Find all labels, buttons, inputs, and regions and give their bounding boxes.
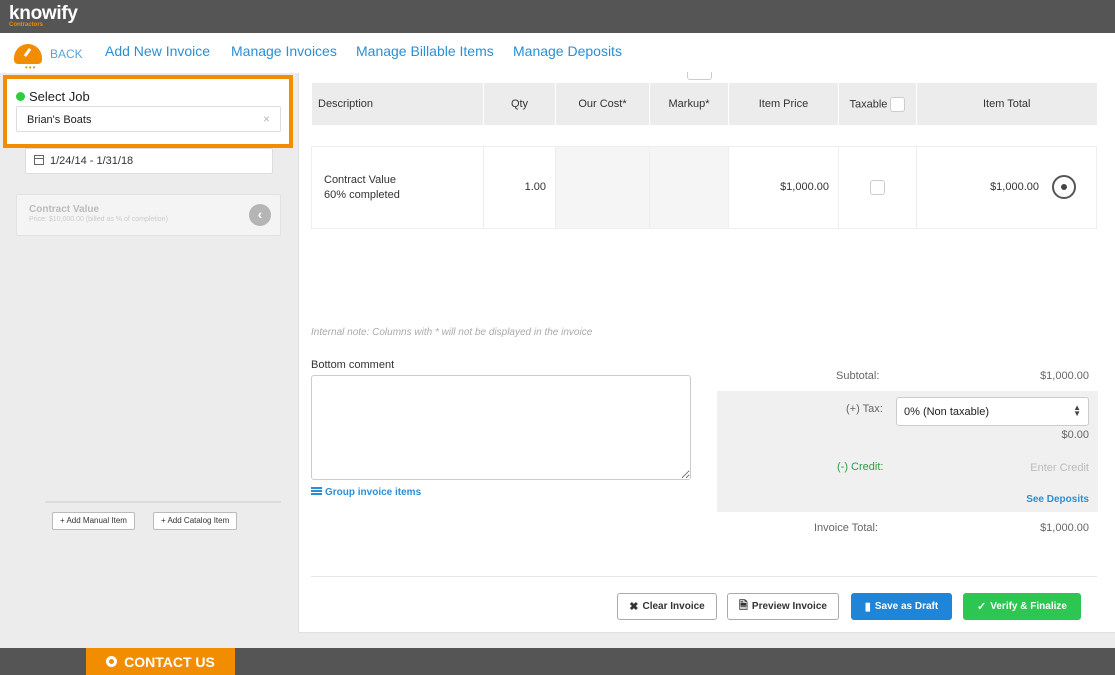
save-as-draft-button[interactable]: ▮ Save as Draft [851, 593, 952, 620]
nav-bar: ••• BACK Add New Invoice Manage Invoices… [0, 33, 1115, 73]
contract-value-title: Contract Value [29, 204, 100, 215]
contact-us-button[interactable]: CONTACT US [86, 648, 235, 675]
back-button[interactable]: ••• BACK [8, 39, 88, 72]
verify-finalize-label: Verify & Finalize [990, 601, 1067, 612]
contract-value-subtitle: Price: $10,000.00 (billed as % of comple… [29, 216, 168, 223]
col-description: Description [311, 83, 484, 125]
taxable-all-checkbox[interactable] [890, 96, 906, 112]
bottom-comment-label: Bottom comment [311, 359, 395, 371]
invoice-items-table: Description Qty Our Cost* Markup* Item P… [311, 83, 1097, 229]
tax-rate-value: 0% (Non taxable) [904, 406, 989, 418]
row-description: Contract Value 60% completed [311, 145, 484, 229]
table-header-row: Description Qty Our Cost* Markup* Item P… [311, 83, 1097, 125]
bottom-bar: CONTACT US [0, 648, 1115, 675]
preview-invoice-button[interactable]: 🗎 Preview Invoice [727, 593, 839, 620]
col-our-cost: Our Cost* [555, 83, 650, 125]
select-arrows-icon: ▲ ▼ [1073, 403, 1081, 418]
bottom-comment-textarea[interactable] [311, 375, 691, 480]
row-action-radio-icon[interactable] [1052, 174, 1076, 199]
col-item-total: Item Total [916, 83, 1097, 125]
row-markup [649, 145, 729, 229]
verify-finalize-button[interactable]: ✓ Verify & Finalize [963, 593, 1081, 620]
close-icon: ✖ [629, 601, 639, 613]
invoice-total-label: Invoice Total: [814, 522, 879, 534]
row-taxable [838, 145, 917, 229]
nav-manage-billable-items[interactable]: Manage Billable Items [356, 43, 494, 59]
document-icon: 🗎 [739, 600, 748, 612]
footer-divider [311, 576, 1097, 577]
subtotal-value: $1,000.00 [1040, 370, 1089, 382]
preview-invoice-label: Preview Invoice [751, 601, 827, 612]
select-job-text: Select Job [29, 89, 90, 104]
date-range-field[interactable]: 1/24/14 - 1/31/18 [25, 148, 273, 174]
group-invoice-items-link[interactable]: Group invoice items [311, 487, 421, 498]
list-icon [311, 487, 322, 495]
row-item-total: $1,000.00 [916, 145, 1097, 229]
col-taxable-label: Taxable [849, 97, 888, 110]
checkmark-icon: ✓ [977, 601, 987, 613]
job-select-input[interactable]: Brian's Boats × [16, 106, 281, 132]
clear-invoice-button[interactable]: ✖ Clear Invoice [617, 593, 717, 620]
gauge-icon [14, 44, 42, 64]
internal-note: Internal note: Columns with * will not b… [311, 327, 593, 338]
row-taxable-checkbox[interactable] [870, 179, 885, 195]
lifebuoy-icon [106, 656, 118, 667]
back-label: BACK [50, 47, 83, 61]
save-as-draft-label: Save as Draft [874, 601, 939, 612]
invoice-main-panel: Description Qty Our Cost* Markup* Item P… [298, 72, 1115, 633]
collapse-tab[interactable] [687, 72, 712, 80]
tax-rate-select[interactable]: 0% (Non taxable) ▲ ▼ [896, 397, 1089, 426]
tax-credit-panel: (+) Tax: 0% (Non taxable) ▲ ▼ $0.00 (-) C… [717, 391, 1098, 512]
file-icon: ▮ [864, 601, 871, 613]
nav-manage-deposits[interactable]: Manage Deposits [513, 43, 622, 59]
subtotal-label: Subtotal: [836, 370, 880, 382]
group-invoice-items-label: Group invoice items [325, 487, 422, 498]
col-markup: Markup* [649, 83, 729, 125]
row-item-price[interactable]: $1,000.00 [728, 145, 839, 229]
table-row: Contract Value 60% completed 1.00 $1,000… [311, 145, 1097, 229]
date-range-value: 1/24/14 - 1/31/18 [50, 155, 134, 167]
col-item-price: Item Price [728, 83, 839, 125]
credit-input[interactable]: Enter Credit [1030, 462, 1089, 474]
sidebar-divider [45, 501, 281, 503]
status-dot-icon [16, 92, 25, 101]
chevron-left-icon[interactable]: ‹ [249, 204, 271, 226]
row-description-subtitle: 60% completed [324, 188, 400, 201]
nav-manage-invoices[interactable]: Manage Invoices [231, 43, 337, 59]
row-description-title: Contract Value [324, 173, 396, 186]
row-qty[interactable]: 1.00 [483, 145, 556, 229]
calendar-icon [34, 155, 44, 165]
select-job-panel: Select Job Brian's Boats × [3, 75, 293, 148]
invoice-total-value: $1,000.00 [1040, 522, 1089, 534]
clear-icon[interactable]: × [263, 112, 270, 126]
row-item-total-value: $1,000.00 [990, 181, 1039, 193]
table-spacer [312, 125, 1097, 146]
see-deposits-link[interactable]: See Deposits [1026, 494, 1089, 505]
sidebar: Select Job Brian's Boats × 1/24/14 - 1/3… [0, 73, 298, 648]
col-taxable: Taxable [838, 83, 917, 125]
credit-label: (-) Credit: [837, 461, 884, 473]
select-job-label: Select Job [16, 89, 90, 104]
top-bar: knowify Contractors [0, 0, 1115, 33]
add-manual-item-button[interactable]: + Add Manual Item [52, 512, 135, 530]
nav-add-new-invoice[interactable]: Add New Invoice [105, 43, 210, 59]
tax-label: (+) Tax: [846, 403, 883, 415]
clear-invoice-label: Clear Invoice [642, 601, 705, 612]
contract-value-card[interactable]: Contract Value Price: $10,000.00 (billed… [16, 194, 281, 236]
add-catalog-item-button[interactable]: + Add Catalog Item [153, 512, 238, 530]
tax-amount: $0.00 [1061, 429, 1089, 441]
app-logo-subtitle: Contractors [9, 22, 44, 28]
selected-job-value: Brian's Boats [27, 114, 92, 126]
contact-us-label: CONTACT US [124, 653, 215, 670]
row-our-cost [555, 145, 650, 229]
col-qty: Qty [483, 83, 556, 125]
dots-icon: ••• [25, 63, 37, 72]
